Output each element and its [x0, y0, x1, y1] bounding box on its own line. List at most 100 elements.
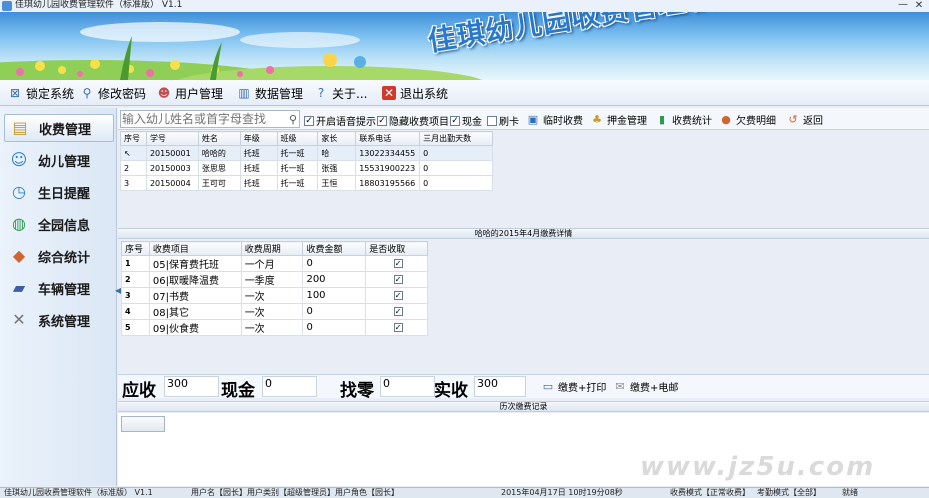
pay-print-button[interactable]: ▭ 缴费+打印: [541, 379, 607, 394]
table-cell[interactable]: 0: [302, 319, 367, 336]
column-header[interactable]: 班级: [276, 131, 319, 146]
collect-checkbox[interactable]: ✓: [393, 306, 403, 316]
collect-checkbox[interactable]: ✓: [393, 258, 403, 268]
users-icon: ☻: [157, 86, 171, 100]
table-cell: 06|取暖降温费: [148, 271, 242, 288]
column-header[interactable]: 序号: [120, 131, 147, 146]
change-label: 找零: [340, 381, 374, 401]
fee-toolbar: ⚲ ✓ 开启语音提示 ✓ 隐藏收费项目 ✓ 现金 刷卡 ▣ 临时收费 ♣ 押金管…: [118, 108, 929, 130]
key-icon: ⚲: [82, 86, 92, 100]
checkbox-hide-fee-items[interactable]: ✓ 隐藏收费项目: [377, 113, 449, 128]
sidebar-item-system-management[interactable]: ✕ 系统管理: [4, 306, 114, 334]
checkbox-cash[interactable]: ✓ 现金: [450, 113, 482, 128]
table-row[interactable]: ↖ 20150001 哈哈的 托班 托一班 哈 13022334455 0: [120, 145, 493, 161]
menu-data-management[interactable]: ▥ 数据管理: [237, 84, 303, 102]
table-row[interactable]: 3 20150004 王可可 托班 托一班 王恒 18803195566 0: [120, 175, 493, 191]
change-field[interactable]: 0: [380, 376, 435, 397]
table-cell: 15531900223: [355, 160, 421, 176]
table-cell: 09|伙食费: [148, 319, 242, 336]
column-header[interactable]: 收费周期: [240, 241, 304, 256]
collect-checkbox[interactable]: ✓: [393, 274, 403, 284]
menu-about[interactable]: ? 关于...: [314, 84, 368, 102]
table-row[interactable]: 3 07|书费 一次 100 ✓: [121, 287, 428, 304]
tools-icon: ✕: [12, 310, 26, 329]
temp-fee-icon: ▣: [527, 112, 539, 126]
checkbox-box[interactable]: ✓: [450, 115, 460, 126]
cash-field[interactable]: 0: [262, 376, 317, 397]
sidebar-item-statistics[interactable]: ◆ 综合统计: [4, 242, 114, 270]
table-cell: 1: [121, 255, 150, 272]
history-header-cell[interactable]: [121, 416, 165, 432]
pay-email-button[interactable]: ✉ 缴费+电邮: [613, 379, 678, 394]
database-icon: ▥: [238, 86, 250, 100]
checkbox-box[interactable]: [487, 115, 497, 126]
menu-label: 退出系统: [400, 86, 449, 101]
sidebar-item-vehicle-management[interactable]: ▰ 车辆管理: [4, 274, 114, 302]
back-button[interactable]: ↺ 返回: [786, 111, 823, 128]
back-icon: ↺: [788, 112, 798, 126]
column-header[interactable]: 序号: [121, 241, 150, 256]
search-input[interactable]: [121, 111, 284, 127]
table-header-row: 序号 收费项目 收费周期 收费金额 是否收取: [121, 241, 428, 256]
table-row[interactable]: 4 08|其它 一次 0 ✓: [121, 303, 428, 320]
table-cell[interactable]: 100: [302, 287, 367, 304]
sidebar-item-fee-management[interactable]: ▤ 收费管理: [4, 114, 114, 142]
temp-fee-button[interactable]: ▣ 临时收费: [526, 111, 583, 128]
table-cell[interactable]: 0: [302, 303, 367, 320]
sidebar-item-school-info[interactable]: ◍ 全园信息: [4, 210, 114, 238]
table-row[interactable]: 2 20150003 张思思 托班 托一班 张强 15531900223 0: [120, 160, 493, 176]
table-cell: 5: [121, 319, 150, 336]
search-icon[interactable]: ⚲: [289, 113, 297, 126]
collect-checkbox[interactable]: ✓: [393, 290, 403, 300]
column-header[interactable]: 收费项目: [148, 241, 242, 256]
search-box: ⚲: [120, 110, 300, 128]
column-header[interactable]: 联系电话: [355, 131, 421, 146]
arrears-detail-button[interactable]: ● 欠费明细: [719, 111, 776, 128]
fee-items-table: 序号 收费项目 收费周期 收费金额 是否收取 1 05|保育费托班 一个月 0 …: [121, 241, 428, 336]
menu-change-password[interactable]: ⚲ 修改密码: [80, 84, 146, 102]
checkbox-box[interactable]: ✓: [377, 115, 387, 126]
button-label: 缴费+电邮: [630, 383, 679, 394]
menu-exit-system[interactable]: ✕ 退出系统: [382, 84, 448, 102]
receivable-field[interactable]: 300: [164, 376, 219, 397]
cash-label: 现金: [221, 381, 255, 401]
checkbox-voice-prompt[interactable]: ✓ 开启语音提示: [304, 113, 376, 128]
table-cell: 托一班: [276, 145, 319, 161]
close-button[interactable]: ✕: [912, 0, 926, 11]
table-cell[interactable]: 200: [302, 271, 367, 288]
receivable-label: 应收: [122, 381, 156, 401]
deposit-button[interactable]: ♣ 押金管理: [590, 111, 647, 128]
help-icon: ?: [317, 86, 325, 100]
column-header[interactable]: 年级: [239, 131, 278, 146]
column-header[interactable]: 三月出勤天数: [419, 131, 493, 146]
sidebar-item-children-management[interactable]: ☺ 幼儿管理: [4, 146, 114, 174]
table-cell: ✓: [365, 271, 428, 288]
checkbox-box[interactable]: ✓: [304, 115, 314, 126]
cursor-icon: ↖: [124, 148, 131, 158]
table-cell: ✓: [365, 287, 428, 304]
menu-user-management[interactable]: ☻ 用户管理: [157, 84, 223, 102]
column-header[interactable]: 是否收取: [365, 241, 428, 256]
table-row[interactable]: 2 06|取暖降温费 一季度 200 ✓: [121, 271, 428, 288]
collect-checkbox[interactable]: ✓: [393, 322, 403, 332]
fee-statistics-button[interactable]: ▮ 收费统计: [655, 111, 712, 128]
menu-label: 数据管理: [255, 86, 304, 101]
menu-lock-system[interactable]: ⊠ 锁定系统: [8, 84, 74, 102]
minimize-button[interactable]: —: [897, 0, 909, 11]
checkbox-label: 隐藏收费项目: [389, 117, 449, 128]
window-title: 佳琪幼儿园收费管理软件（标准版） V1.1: [15, 0, 183, 10]
column-header[interactable]: 姓名: [197, 131, 241, 146]
status-app: 佳琪幼儿园收费管理软件（标准版） V1.1: [4, 488, 153, 497]
table-row[interactable]: 1 05|保育费托班 一个月 0 ✓: [121, 255, 428, 272]
table-cell[interactable]: 0: [302, 255, 367, 272]
checkbox-card[interactable]: 刷卡: [487, 113, 519, 128]
table-cell: ✓: [365, 255, 428, 272]
table-row[interactable]: 5 09|伙食费 一次 0 ✓: [121, 319, 428, 336]
column-header[interactable]: 收费金额: [302, 241, 367, 256]
column-header[interactable]: 家长: [317, 131, 357, 146]
children-icon: ☺: [10, 150, 28, 169]
column-header[interactable]: 学号: [145, 131, 199, 146]
sidebar-item-birthday-reminder[interactable]: ◷ 生日提醒: [4, 178, 114, 206]
table-cell: 2: [120, 160, 147, 176]
actual-field[interactable]: 300: [474, 376, 526, 397]
